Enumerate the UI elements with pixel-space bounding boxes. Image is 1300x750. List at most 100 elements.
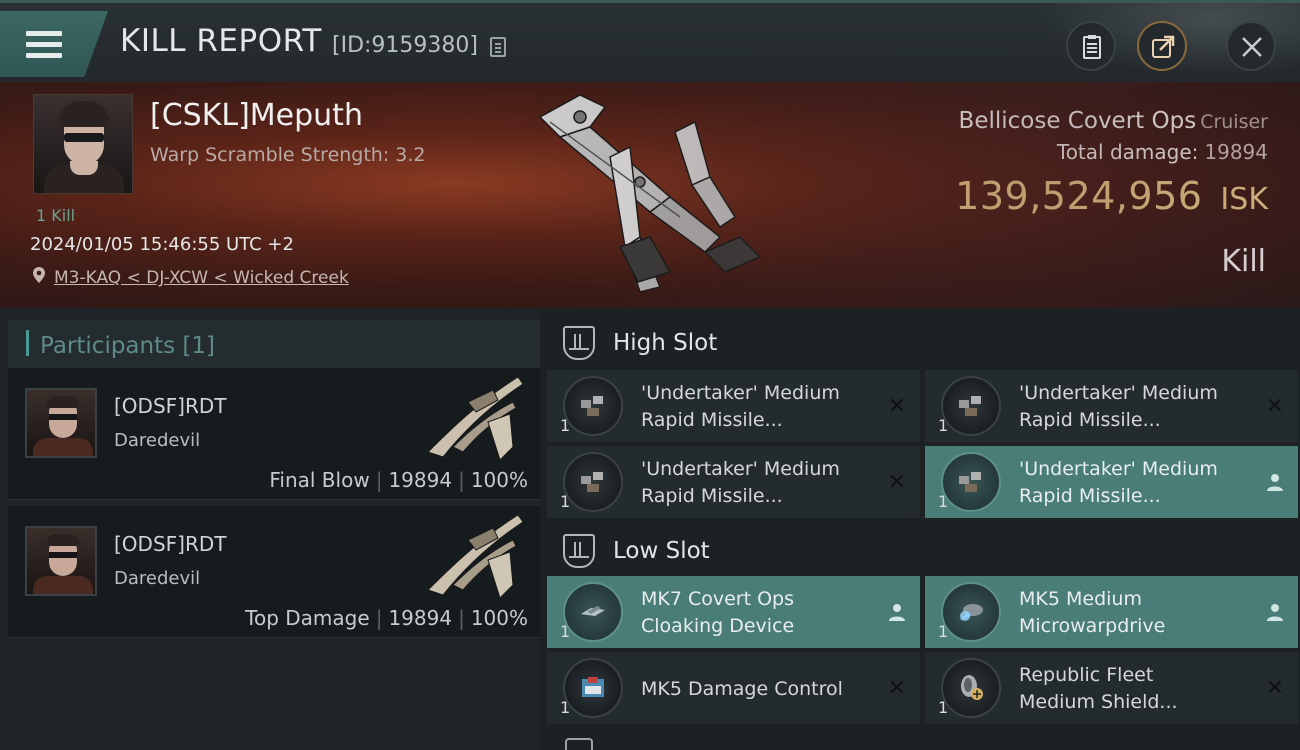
victim-ship-name[interactable]: Bellicose Covert Ops Cruiser	[959, 108, 1268, 134]
participant-role: Top Damage	[245, 606, 370, 630]
missile-launcher-icon	[563, 376, 623, 436]
victim-name[interactable]: [CSKL]Meputh	[150, 98, 363, 133]
high-slot-icon	[563, 326, 595, 360]
module-item[interactable]: 1 MK5 Medium Microwarpdrive	[925, 576, 1298, 648]
damage-control-icon	[563, 658, 623, 718]
x-icon: ✕	[1265, 394, 1284, 419]
hamburger-icon	[26, 31, 62, 58]
location-pin-icon	[33, 267, 45, 283]
isk-value: 139,524,956	[955, 174, 1203, 218]
clipboard-button[interactable]	[1066, 21, 1116, 71]
module-quantity: 1	[938, 622, 949, 641]
kill-datetime: 2024/01/05 15:46:55 UTC +2	[30, 234, 294, 255]
menu-button[interactable]	[0, 11, 108, 77]
participant-damage: 19894	[388, 606, 453, 630]
participant-stats: Final Blow | 19894 | 100%	[269, 468, 528, 492]
high-slot-header: High Slot	[545, 312, 1300, 372]
victim-banner: [CSKL]Meputh Warp Scramble Strength: 3.2…	[0, 82, 1300, 308]
module-name: 'Undertaker' Medium Rapid Missile...	[1019, 458, 1218, 507]
mid-slot-icon	[565, 738, 593, 750]
module-quantity: 1	[938, 492, 949, 511]
x-icon: ✕	[887, 470, 906, 495]
total-damage-label: Total damage:	[1056, 140, 1199, 164]
person-icon	[1267, 474, 1283, 491]
module-item[interactable]: 1 MK7 Covert Ops Cloaking Device	[547, 576, 920, 648]
next-slot-header-partial	[545, 730, 1300, 750]
page-title: KILL REPORT	[120, 23, 322, 59]
participant-role: Final Blow	[269, 468, 370, 492]
microwarpdrive-icon	[941, 582, 1001, 642]
participants-header: Participants [1]	[8, 320, 540, 372]
close-button[interactable]	[1226, 21, 1276, 71]
missile-launcher-icon	[941, 376, 1001, 436]
kill-report-window: KILL REPORT [ID:9159380] [CSKL]Meputh Wa…	[0, 0, 1300, 750]
person-icon	[889, 604, 905, 621]
person-icon	[1267, 604, 1283, 621]
participant-name[interactable]: [ODSF]RDT	[114, 394, 226, 418]
total-damage: Total damage: 19894	[1057, 140, 1268, 164]
module-item[interactable]: 1 'Undertaker' Medium Rapid Missile... ✕	[547, 370, 920, 442]
x-icon: ✕	[1265, 676, 1284, 701]
missile-launcher-icon	[941, 452, 1001, 512]
victim-kill-count: 1 Kill	[36, 206, 76, 225]
module-name: 'Undertaker' Medium Rapid Missile...	[1019, 382, 1218, 431]
victim-portrait[interactable]	[33, 94, 133, 194]
participant-ship-render	[427, 514, 524, 599]
missile-launcher-icon	[563, 452, 623, 512]
x-icon: ✕	[887, 394, 906, 419]
module-quantity: 1	[938, 698, 949, 717]
share-icon	[1152, 35, 1175, 58]
participant-percent: 100%	[470, 468, 528, 492]
low-slot-header: Low Slot	[545, 520, 1300, 580]
kill-location-link[interactable]: M3-KAQ < DJ-XCW < Wicked Creek	[54, 268, 349, 288]
victim-ship-render	[538, 94, 762, 293]
module-name: MK7 Covert Ops Cloaking Device	[641, 588, 795, 637]
x-icon: ✕	[887, 676, 906, 701]
module-item[interactable]: 1 MK5 Damage Control ✕	[547, 652, 920, 724]
low-slot-title: Low Slot	[613, 538, 710, 564]
share-button[interactable]	[1137, 21, 1187, 71]
module-name: 'Undertaker' Medium Rapid Missile...	[641, 382, 840, 431]
module-name: 'Undertaker' Medium Rapid Missile...	[641, 458, 840, 507]
copy-icon[interactable]	[490, 37, 506, 57]
module-quantity: 1	[560, 698, 571, 717]
clipboard-icon	[1083, 35, 1101, 59]
high-slot-title: High Slot	[613, 330, 718, 356]
warp-scramble-strength: Warp Scramble Strength: 3.2	[150, 144, 426, 166]
kill-result: Kill	[1221, 244, 1266, 279]
ship-name-text: Bellicose Covert Ops	[958, 108, 1197, 134]
low-slot-icon	[563, 534, 595, 568]
module-quantity: 1	[938, 416, 949, 435]
participants-panel: Participants [1] [ODSF]RDT Daredevil Fin…	[0, 308, 540, 750]
participants-title: Participants [1]	[40, 333, 215, 359]
participant-row[interactable]: [ODSF]RDT Daredevil Top Damage | 19894 | 100…	[8, 506, 540, 638]
module-quantity: 1	[560, 416, 571, 435]
avatar[interactable]	[25, 388, 97, 458]
report-id: [ID:9159380]	[332, 33, 478, 58]
participant-row[interactable]: [ODSF]RDT Daredevil Final Blow | 19894 | 100…	[8, 368, 540, 500]
shield-extender-icon	[941, 658, 1001, 718]
close-icon	[1242, 37, 1262, 57]
participant-ship: Daredevil	[114, 568, 201, 589]
participant-ship: Daredevil	[114, 430, 201, 451]
participant-percent: 100%	[470, 606, 528, 630]
participant-ship-render	[427, 376, 524, 461]
participant-stats: Top Damage | 19894 | 100%	[245, 606, 528, 630]
module-name: Republic Fleet Medium Shield...	[1019, 664, 1178, 713]
module-quantity: 1	[560, 492, 571, 511]
module-item[interactable]: 1 'Undertaker' Medium Rapid Missile... ✕	[547, 446, 920, 518]
module-item[interactable]: 1 'Undertaker' Medium Rapid Missile...	[925, 446, 1298, 518]
module-name: MK5 Medium Microwarpdrive	[1019, 588, 1166, 637]
ship-class: Cruiser	[1200, 111, 1268, 133]
participant-damage: 19894	[388, 468, 453, 492]
isk-unit: ISK	[1220, 182, 1268, 217]
participant-name[interactable]: [ODSF]RDT	[114, 532, 226, 556]
total-damage-value: 19894	[1204, 140, 1268, 164]
module-item[interactable]: 1 'Undertaker' Medium Rapid Missile... ✕	[925, 370, 1298, 442]
cloaking-device-icon	[563, 582, 623, 642]
module-item[interactable]: 1 Republic Fleet Medium Shield... ✕	[925, 652, 1298, 724]
isk-value-row: 139,524,956 ISK	[955, 174, 1268, 218]
header-bar: KILL REPORT [ID:9159380]	[0, 0, 1300, 85]
module-quantity: 1	[560, 622, 571, 641]
avatar[interactable]	[25, 526, 97, 596]
